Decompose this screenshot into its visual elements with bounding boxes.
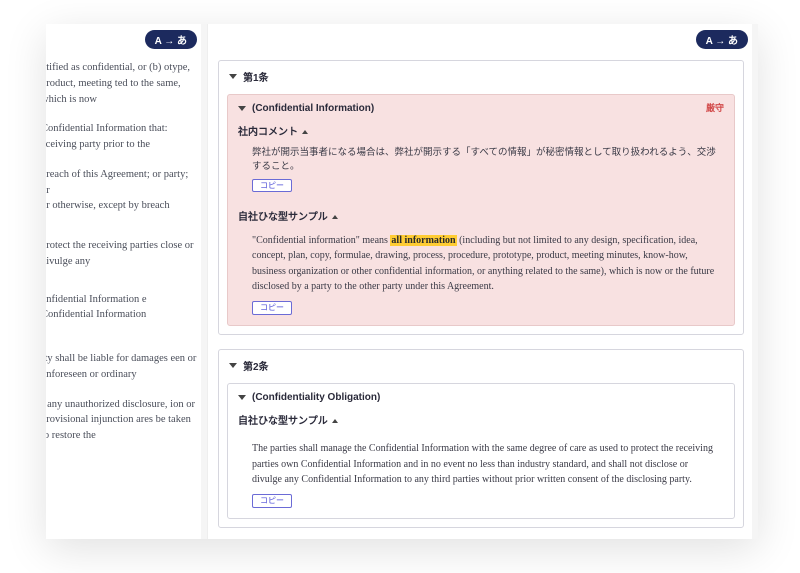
internal-comment-label[interactable]: 社内コメント bbox=[238, 127, 308, 138]
copy-button[interactable]: コピー bbox=[252, 179, 292, 192]
sample-pre: "Confidential information" means bbox=[252, 235, 390, 246]
clause-title-row[interactable]: (Confidential Information) bbox=[238, 103, 724, 114]
caret-up-icon bbox=[302, 130, 308, 134]
right-panel: A → あ 第1条 厳守 (Confidential Information) bbox=[208, 24, 758, 539]
article-1-title: 第1条 bbox=[243, 69, 269, 84]
left-panel: A → あ ntified as confidential, or (b) ot… bbox=[46, 24, 208, 539]
template-sample-label[interactable]: 自社ひな型サンプル bbox=[238, 416, 338, 427]
template-sample-label[interactable]: 自社ひな型サンプル bbox=[238, 212, 338, 223]
caret-up-icon bbox=[332, 419, 338, 423]
left-para: r any unauthorized disclosure, ion or pr… bbox=[46, 397, 199, 444]
highlight-all-information: all information bbox=[390, 235, 456, 246]
caret-down-icon bbox=[229, 74, 237, 79]
right-scrollbar[interactable] bbox=[752, 24, 758, 539]
left-para: onfidential Information e Confidential I… bbox=[46, 292, 199, 324]
clause-title-row[interactable]: (Confidentiality Obligation) bbox=[238, 392, 724, 403]
article-2: 第2条 (Confidentiality Obligation) 自社ひな型サン… bbox=[218, 349, 744, 528]
caret-down-icon bbox=[238, 395, 246, 400]
clause-confidentiality-obligation: (Confidentiality Obligation) 自社ひな型サンプル T… bbox=[227, 383, 735, 519]
template-sample-section: 自社ひな型サンプル "Confidential information" mea… bbox=[238, 207, 724, 316]
internal-comment-section: 社内コメント 弊社が開示当事者になる場合は、弊社が開示する「すべての情報」が秘密… bbox=[238, 122, 724, 193]
left-para: Confidential Information that: eceiving … bbox=[46, 121, 199, 153]
template-sample-body: "Confidential information" means all inf… bbox=[252, 231, 720, 316]
copy-button[interactable]: コピー bbox=[252, 494, 292, 508]
app-container: A → あ ntified as confidential, or (b) ot… bbox=[46, 24, 758, 539]
internal-comment-body: 弊社が開示当事者になる場合は、弊社が開示する「すべての情報」が秘密情報として取り… bbox=[252, 146, 724, 175]
translate-button-right[interactable]: A → あ bbox=[696, 30, 748, 49]
left-para: breach of this Agreement; or party; or o… bbox=[46, 167, 199, 214]
left-para: ntified as confidential, or (b) otype, p… bbox=[46, 60, 199, 107]
left-para: protect the receiving parties close or d… bbox=[46, 238, 199, 270]
left-scrollbar[interactable] bbox=[201, 24, 207, 539]
template-sample-section-2: 自社ひな型サンプル The parties shall manage the C… bbox=[238, 411, 724, 508]
article-1-header[interactable]: 第1条 bbox=[219, 61, 743, 90]
clause-1-title: (Confidential Information) bbox=[252, 103, 374, 114]
article-2-header[interactable]: 第2条 bbox=[219, 350, 743, 379]
caret-down-icon bbox=[238, 106, 246, 111]
template-sample-body-2: The parties shall manage the Confidentia… bbox=[252, 435, 720, 508]
article-2-title: 第2条 bbox=[243, 358, 269, 373]
clause-confidential-info: 厳守 (Confidential Information) 社内コメント 弊社が… bbox=[227, 94, 735, 326]
copy-button[interactable]: コピー bbox=[252, 301, 292, 315]
strict-tag: 厳守 bbox=[706, 101, 724, 114]
caret-up-icon bbox=[332, 215, 338, 219]
article-1: 第1条 厳守 (Confidential Information) 社内コメント… bbox=[218, 60, 744, 335]
right-content: 第1条 厳守 (Confidential Information) 社内コメント… bbox=[218, 60, 744, 539]
clause-2-title: (Confidentiality Obligation) bbox=[252, 392, 380, 403]
caret-down-icon bbox=[229, 363, 237, 368]
translate-button-left[interactable]: A → あ bbox=[145, 30, 197, 49]
left-para: rty shall be liable for damages een or u… bbox=[46, 351, 199, 383]
left-document-text: ntified as confidential, or (b) otype, p… bbox=[46, 60, 199, 458]
